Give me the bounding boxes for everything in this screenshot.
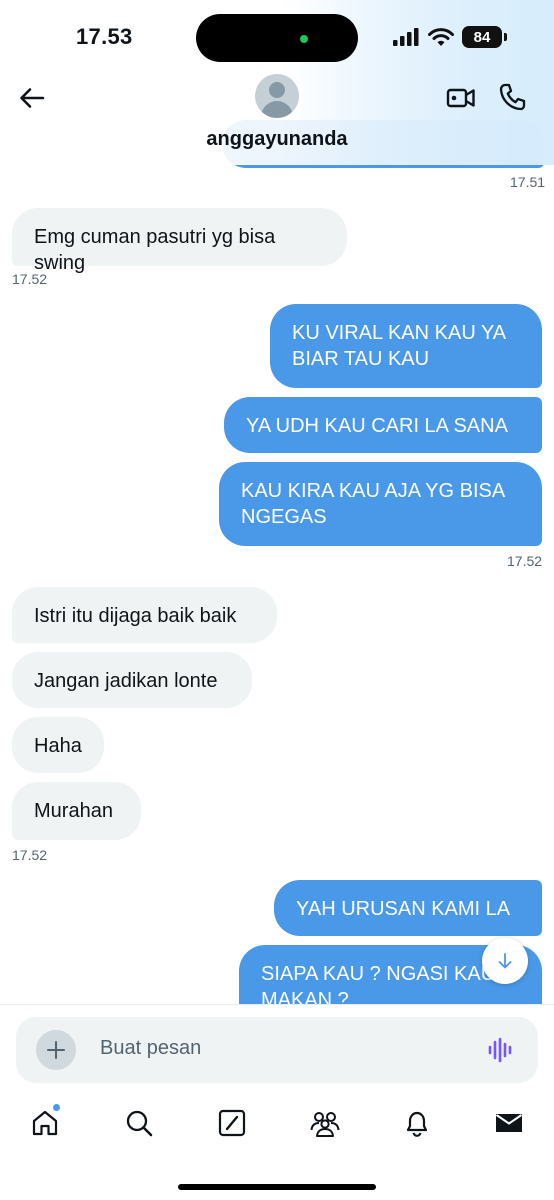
communities-icon	[310, 1112, 340, 1137]
message-bubble-incoming[interactable]: Haha	[12, 717, 104, 773]
dynamic-island	[196, 14, 358, 62]
message-bubble-outgoing[interactable]: YA UDH KAU CARI LA SANA	[224, 397, 542, 453]
message-bubble-incoming[interactable]: Jangan jadikan lonte	[12, 652, 252, 708]
conversation-username[interactable]: anggayunanda	[0, 128, 554, 151]
message-bubble-incoming[interactable]: Emg cuman pasutri yg bisa swing	[12, 208, 347, 274]
message-bubble-outgoing[interactable]: KU VIRAL KAN KAU YA BIAR TAU KAU	[270, 304, 542, 388]
camera-indicator-dot	[300, 35, 308, 43]
battery-indicator: 84	[462, 26, 507, 48]
status-bar: 17.53 84	[0, 0, 554, 76]
cellular-signal-icon	[393, 28, 419, 46]
message-timestamp: 17.52	[507, 553, 543, 569]
bell-icon	[406, 1111, 428, 1137]
tab-search[interactable]	[124, 1108, 154, 1138]
message-timestamp: 17.52	[12, 847, 48, 863]
home-icon	[32, 1110, 58, 1136]
bottom-tab-bar	[0, 1096, 554, 1200]
arrow-down-icon	[498, 953, 512, 969]
message-bubble-outgoing[interactable]: YAH URUSAN KAMI LA	[274, 880, 542, 936]
back-button[interactable]	[18, 84, 46, 112]
message-input[interactable]: Buat pesan	[100, 1037, 201, 1060]
message-bubble-incoming[interactable]: Murahan	[12, 782, 141, 840]
conversation-header: 17.53 84 anggayunanda	[0, 0, 554, 165]
scroll-to-bottom-button[interactable]	[482, 938, 528, 984]
avatar[interactable]	[255, 74, 299, 118]
video-camera-icon	[446, 88, 475, 108]
message-timestamp: 17.51	[510, 174, 546, 190]
search-icon	[126, 1110, 153, 1137]
video-call-button[interactable]	[446, 84, 476, 112]
voice-call-button[interactable]	[498, 82, 526, 112]
phone-icon	[499, 83, 526, 111]
composer-area: Buat pesan	[0, 1004, 554, 1096]
message-bubble-incoming[interactable]: Istri itu dijaga baik baik	[12, 587, 277, 643]
message-composer: Buat pesan	[16, 1017, 538, 1083]
wifi-icon	[428, 28, 454, 46]
message-bubble-outgoing[interactable]: KAU KIRA KAU AJA YG BISA NGEGAS	[219, 462, 542, 546]
message-timestamp: 17.52	[12, 271, 48, 287]
add-media-button[interactable]	[36, 1030, 76, 1070]
tab-home[interactable]	[30, 1108, 60, 1138]
tab-communities[interactable]	[309, 1108, 340, 1138]
envelope-icon	[495, 1114, 523, 1132]
plus-icon	[47, 1041, 65, 1059]
tab-notifications[interactable]	[402, 1108, 432, 1138]
arrow-left-icon	[20, 88, 45, 108]
tab-grok[interactable]	[217, 1108, 247, 1138]
home-indicator	[178, 1184, 376, 1190]
notification-dot	[53, 1104, 60, 1111]
status-time: 17.53	[76, 24, 133, 49]
tab-messages[interactable]	[494, 1108, 524, 1138]
voice-message-button[interactable]	[486, 1037, 516, 1063]
grok-icon	[218, 1109, 246, 1137]
voice-waveform-icon	[488, 1037, 512, 1063]
